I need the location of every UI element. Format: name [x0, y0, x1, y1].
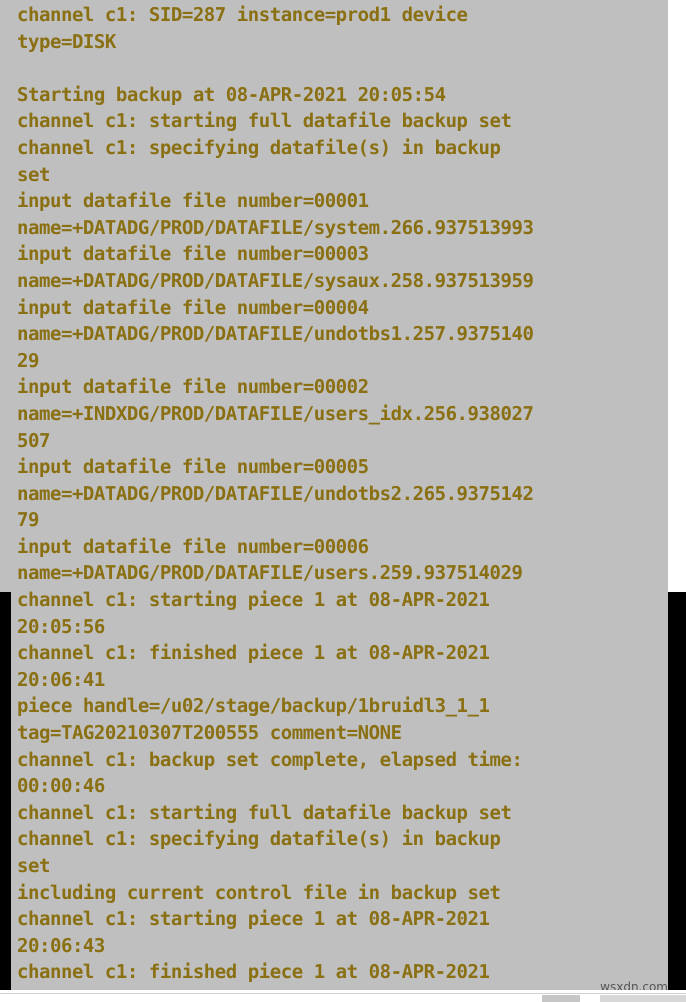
- terminal-console[interactable]: channel c1: SID=287 instance=prod1 devic…: [0, 0, 668, 990]
- terminal-line: input datafile file number=00006: [17, 535, 369, 558]
- terminal-line: name=+DATADG/PROD/DATAFILE/users.259.937…: [17, 562, 523, 585]
- footer-chip-a: [542, 995, 580, 1002]
- terminal-line: 20:06:41: [17, 668, 105, 691]
- terminal-line: channel c1: backup set complete, elapsed…: [17, 748, 523, 771]
- letterbox-bar-right: [668, 592, 686, 990]
- terminal-line: channel c1: starting full datafile backu…: [17, 110, 512, 133]
- terminal-line: including current control file in backup…: [17, 881, 501, 904]
- footer-chip-b: [600, 995, 686, 1002]
- page-footer-strip: [0, 990, 686, 1002]
- terminal-output: channel c1: SID=287 instance=prod1 devic…: [17, 2, 668, 990]
- terminal-line: channel c1: starting piece 1 at 08-APR-2…: [17, 589, 490, 612]
- terminal-line: input datafile file number=00004: [17, 296, 369, 319]
- terminal-line: 29: [17, 349, 39, 372]
- terminal-line: input datafile file number=00001: [17, 190, 369, 213]
- terminal-line: channel c1: starting full datafile backu…: [17, 801, 512, 824]
- terminal-line: tag=TAG20210307T200555 comment=NONE: [17, 722, 402, 745]
- terminal-line: 00:00:46: [17, 775, 105, 798]
- terminal-line: name=+DATADG/PROD/DATAFILE/undotbs2.265.…: [17, 482, 534, 505]
- terminal-line: name=+DATADG/PROD/DATAFILE/system.266.93…: [17, 216, 534, 239]
- terminal-line: 20:05:56: [17, 615, 105, 638]
- terminal-line: channel c1: starting piece 1 at 08-APR-2…: [17, 908, 490, 931]
- screenshot-root: channel c1: SID=287 instance=prod1 devic…: [0, 0, 686, 1002]
- terminal-line: channel c1: finished piece 1 at 08-APR-2…: [17, 961, 490, 984]
- terminal-line: name=+INDXDG/PROD/DATAFILE/users_idx.256…: [17, 402, 534, 425]
- terminal-line: type=DISK: [17, 30, 116, 53]
- terminal-line: channel c1: specifying datafile(s) in ba…: [17, 828, 501, 851]
- terminal-line: input datafile file number=00002: [17, 376, 369, 399]
- terminal-line: channel c1: finished piece 1 at 08-APR-2…: [17, 642, 490, 665]
- terminal-line: input datafile file number=00005: [17, 456, 369, 479]
- terminal-line: channel c1: specifying datafile(s) in ba…: [17, 136, 501, 159]
- terminal-line: channel c1: SID=287 instance=prod1 devic…: [17, 4, 468, 26]
- terminal-line: Starting backup at 08-APR-2021 20:05:54: [17, 83, 446, 106]
- terminal-line: name=+DATADG/PROD/DATAFILE/undotbs1.257.…: [17, 323, 534, 346]
- terminal-line: 79: [17, 509, 39, 532]
- footer-divider: [0, 993, 686, 994]
- terminal-line: 20:06:43: [17, 934, 105, 957]
- terminal-line: name=+DATADG/PROD/DATAFILE/sysaux.258.93…: [17, 269, 534, 292]
- terminal-line: set: [17, 163, 50, 186]
- terminal-line: piece handle=/u02/stage/backup/1bruidl3_…: [17, 695, 490, 718]
- terminal-line: 507: [17, 429, 50, 452]
- letterbox-bar-left: [0, 592, 11, 990]
- terminal-line: set: [17, 855, 50, 877]
- page-margin-right: [668, 0, 686, 592]
- terminal-line: input datafile file number=00003: [17, 243, 369, 266]
